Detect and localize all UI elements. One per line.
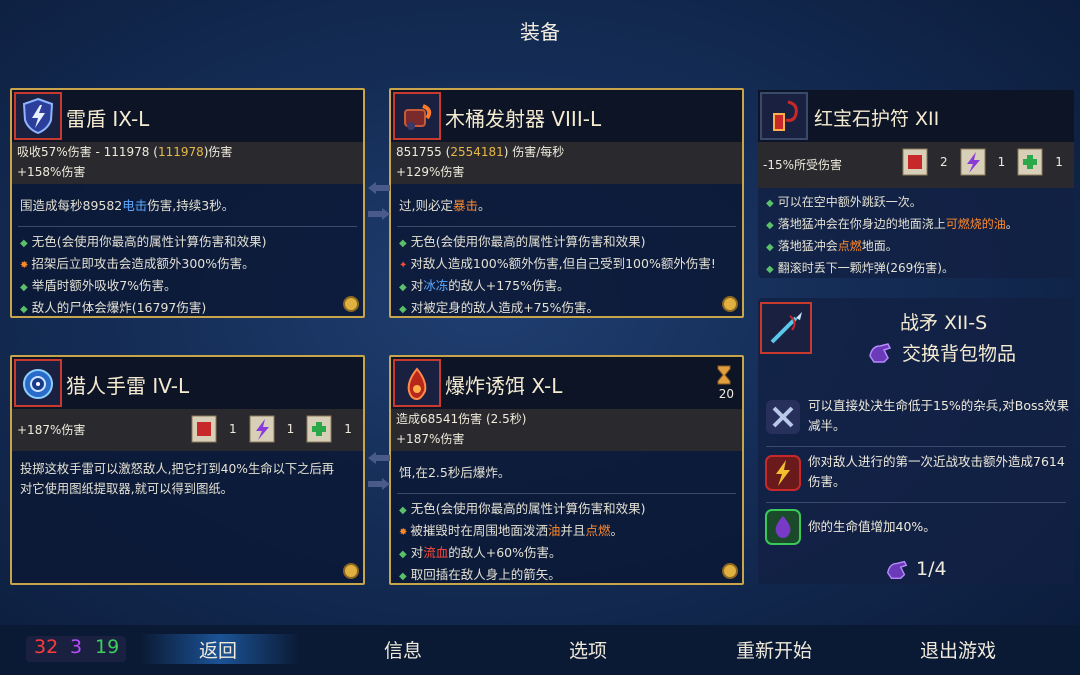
item-stats: 造成68541伤害 (2.5秒) +187%伤害 <box>391 409 742 451</box>
item-bonuses: ◆ 无色(会使用你最高的属性计算伤害和效果) ✸ 招架后立即攻击会造成额外300%伤… <box>20 234 267 315</box>
item-name: 爆炸诱饵 X-L <box>445 374 563 398</box>
corner-ornament-icon <box>722 296 738 312</box>
item-name: 木桶发射器 VIII-L <box>445 107 602 131</box>
purple-glove-icon <box>886 560 908 579</box>
corner-ornament-icon <box>722 563 738 579</box>
scroll-counts: 1 1 1 <box>187 412 360 446</box>
execute-icon <box>766 400 800 434</box>
item-description: 投掷这枚手雷可以激怒敌人,把它打到40%生命以下之后再 对它使用图纸提取器,就可… <box>20 462 335 496</box>
amulet-bonuses: ◆ 可以在空中额外跳跃一次。 ◆ 落地猛冲会在你身边的地面浇上可燃烧的油。 ◆ 落地猛… <box>766 195 1018 275</box>
shield-icon <box>14 92 62 140</box>
grenade-icon <box>14 359 62 407</box>
item-bonuses: ◆ 无色(会使用你最高的属性计算伤害和效果) ✦ 对敌人造成100%额外伤害,但自己… <box>399 234 716 315</box>
survival-scroll-icon <box>1013 145 1047 179</box>
amulet-panel[interactable]: 红宝石护符 XII -15%所受伤害 2 1 1 ◆ 可以在空中额外跳跃一次。 ◆… <box>758 90 1074 278</box>
swap-arrow-left-icon[interactable] <box>366 450 392 466</box>
info-button[interactable]: 信息 <box>343 636 463 663</box>
page-title: 装备 <box>520 20 560 44</box>
tactics-stat: 3 <box>70 636 83 658</box>
item-description: 过,则必定暴击。 <box>399 198 491 213</box>
vitality-mutation-icon <box>765 509 801 545</box>
restart-button[interactable]: 重新开始 <box>714 636 834 663</box>
equipment-card-bait[interactable]: 爆炸诱饵 X-L 20 造成68541伤害 (2.5秒) +187%伤害 饵,在… <box>389 355 744 585</box>
amulet-name: 红宝石护符 XII <box>814 108 940 130</box>
hourglass-icon <box>717 365 731 385</box>
item-stats: 851755 (2554181) 伤害/每秒 +129%伤害 <box>391 142 742 184</box>
item-name: 雷盾 IX-L <box>66 107 150 131</box>
survival-scroll-icon <box>302 412 336 446</box>
swap-arrow-right-icon[interactable] <box>366 476 392 492</box>
amulet-icon <box>760 92 808 140</box>
mutation-slot-2[interactable]: 你对敌人进行的第一次近战攻击额外造成7614伤害。 <box>762 450 1070 496</box>
brutality-scroll-icon <box>898 145 932 179</box>
equipment-card-grenade[interactable]: 猎人手雷 IV-L +187%伤害 1 1 1 投掷这枚手雷可以激怒敌人,把它打… <box>10 355 365 585</box>
mutation-slot-1[interactable]: 可以直接处决生命低于15%的杂兵,对Boss效果减半。 <box>762 394 1070 440</box>
brutality-stat: 32 <box>34 636 59 658</box>
item-stats: 吸收57%伤害 - 111978 (111978)伤害 +158%伤害 <box>12 142 363 184</box>
bait-icon <box>393 359 441 407</box>
swap-arrow-left-icon[interactable] <box>366 180 392 196</box>
corner-ornament-icon <box>343 563 359 579</box>
cooldown-value: 20 <box>718 387 734 401</box>
tactics-scroll-icon <box>245 412 279 446</box>
item-name: 猎人手雷 IV-L <box>66 374 190 398</box>
item-bonuses: ◆ 无色(会使用你最高的属性计算伤害和效果) ✸ 被摧毁时在周围地面泼洒油并且点燃。… <box>399 501 646 582</box>
barrel-launcher-icon <box>393 92 441 140</box>
swap-arrow-right-icon[interactable] <box>366 206 392 222</box>
options-button[interactable]: 选项 <box>528 636 648 663</box>
mutation-slot-3[interactable]: 你的生命值增加40%。 <box>762 506 1070 552</box>
back-button[interactable]: 返回 <box>158 636 278 663</box>
scroll-counts: 2 1 1 <box>898 145 1071 179</box>
item-description: 围造成每秒89582电击伤害,持续3秒。 <box>20 198 235 213</box>
quit-button[interactable]: 退出游戏 <box>898 636 1018 663</box>
swap-inventory-button[interactable]: 交换背包物品 <box>866 338 1016 366</box>
mutation-name: 战矛 XII-S <box>900 312 988 334</box>
war-spear-icon <box>760 302 812 354</box>
equipment-card-launcher[interactable]: 木桶发射器 VIII-L 851755 (2554181) 伤害/每秒 +129… <box>389 88 744 318</box>
mutation-panel[interactable]: 战矛 XII-S 交换背包物品 可以直接处决生命低于15%的杂兵,对Boss效果… <box>758 298 1074 584</box>
purple-glove-icon <box>869 343 892 363</box>
item-description: 饵,在2.5秒后爆炸。 <box>399 465 511 480</box>
survival-stat: 19 <box>95 636 120 658</box>
brutality-scroll-icon <box>187 412 221 446</box>
lightning-mutation-icon <box>765 455 801 491</box>
corner-ornament-icon <box>343 296 359 312</box>
mutation-count: 1/4 <box>884 556 947 582</box>
tactics-scroll-icon <box>956 145 990 179</box>
equipment-card-shield[interactable]: 雷盾 IX-L 吸收57%伤害 - 111978 (111978)伤害 +158… <box>10 88 365 318</box>
